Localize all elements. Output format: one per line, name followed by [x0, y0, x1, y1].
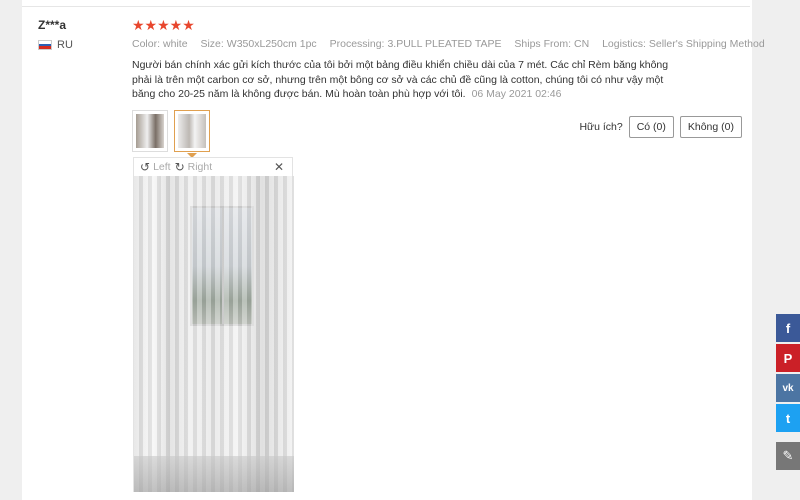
review-content: ★★★★★ Color: white Size: W350xL250cm 1pc P…: [132, 16, 765, 102]
divider: [22, 6, 750, 7]
share-bar: f P vk t ✎: [776, 314, 800, 470]
spec-value: white: [163, 38, 188, 50]
helpful-yes-button[interactable]: Có (0): [628, 116, 674, 138]
vk-share-button[interactable]: vk: [776, 374, 800, 402]
russia-flag-icon: [38, 40, 52, 50]
rotate-left-button[interactable]: ↺ Left: [140, 160, 171, 174]
spec-value: 3.PULL PLEATED TAPE: [387, 38, 502, 50]
facebook-icon: f: [785, 320, 791, 336]
pencil-icon: ✎: [782, 448, 794, 463]
edit-button[interactable]: ✎: [776, 442, 800, 470]
spec-label: Ships From:: [514, 38, 571, 50]
photo-floor: [134, 456, 294, 492]
spec-value: CN: [574, 38, 590, 50]
helpful-label: Hữu ích?: [579, 121, 623, 133]
rotate-left-icon: ↺: [140, 160, 151, 174]
review-photo-thumbnail-selected[interactable]: [174, 110, 210, 152]
pinterest-share-button[interactable]: P: [776, 344, 800, 372]
country-code: RU: [57, 39, 73, 51]
star-rating: ★★★★★: [132, 17, 195, 33]
spec-label: Logistics:: [602, 38, 646, 50]
spec-label: Size:: [200, 38, 224, 50]
facebook-share-button[interactable]: f: [776, 314, 800, 342]
spec-label: Processing:: [329, 38, 385, 50]
reviewer-info: Z***a RU: [38, 18, 73, 51]
reviewer-name: Z***a: [38, 18, 67, 32]
curtain-pleats: [134, 176, 294, 492]
rotate-right-button[interactable]: ↻ Right: [175, 160, 213, 174]
rotate-left-label: Left: [153, 161, 171, 173]
spec-value: W350xL250cm 1pc: [226, 38, 317, 50]
thumbnail-image: [136, 114, 164, 148]
twitter-share-button[interactable]: t: [776, 404, 800, 432]
rotate-right-label: Right: [187, 161, 213, 173]
rotate-right-icon: ↻: [174, 160, 185, 174]
review-date: 06 May 2021 02:46: [471, 88, 562, 100]
vk-icon: vk: [782, 382, 794, 394]
pinterest-icon: P: [783, 350, 793, 366]
helpful-no-button[interactable]: Không (0): [679, 116, 742, 138]
close-icon[interactable]: ✕: [274, 160, 284, 174]
image-viewer-toolbar: ↺ Left ↻ Right ✕: [134, 158, 292, 176]
helpful-vote: Hữu ích? Có (0) Không (0): [579, 116, 742, 138]
review-body: Người bán chính xác gửi kích thước của t…: [132, 59, 669, 100]
spec-label: Color:: [132, 38, 161, 50]
thumbnail-image: [178, 114, 206, 148]
reviewer-country: RU: [38, 39, 73, 51]
twitter-icon: t: [785, 410, 791, 426]
image-viewer: ↺ Left ↻ Right ✕: [133, 157, 294, 492]
review-photo-large: [134, 176, 294, 492]
spec-value: Seller's Shipping Method: [648, 38, 765, 50]
product-specs: Color: white Size: W350xL250cm 1pc Process…: [132, 38, 765, 50]
review-text: Người bán chính xác gửi kích thước của t…: [132, 58, 672, 102]
review-photo-thumbnail[interactable]: [132, 110, 168, 152]
review-thumbnails: [132, 110, 210, 152]
